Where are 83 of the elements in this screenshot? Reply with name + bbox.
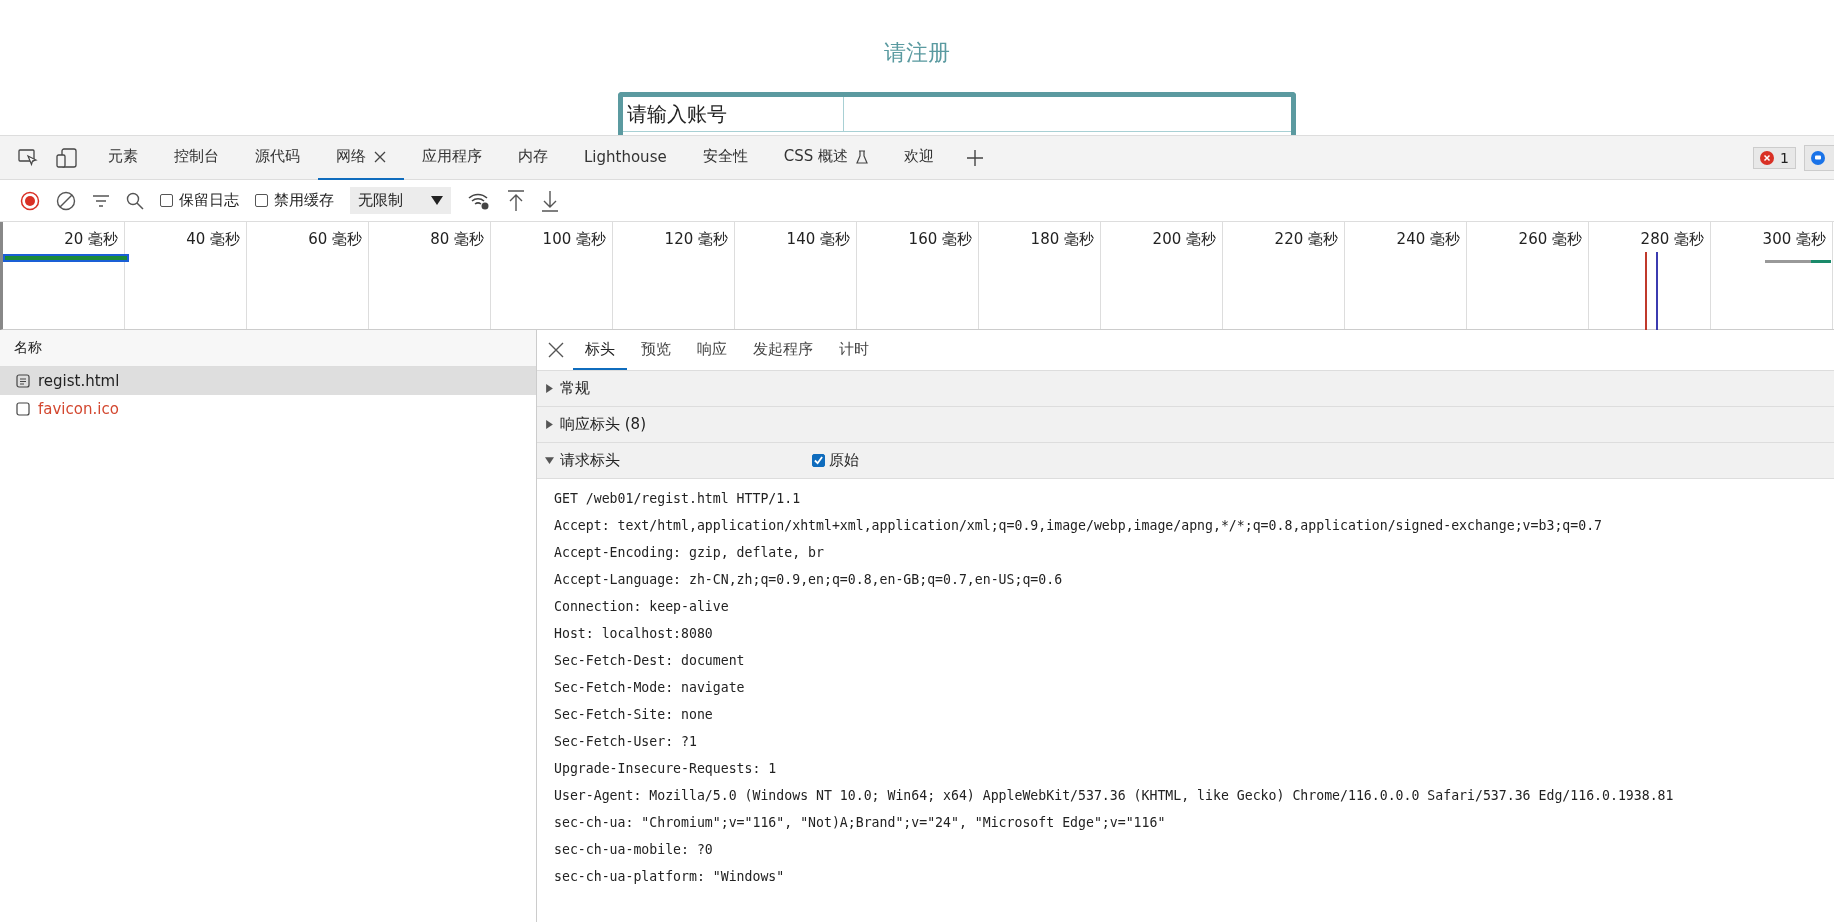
close-icon[interactable] (547, 341, 565, 359)
header-line: Accept: text/html,application/xhtml+xml,application/xml;q=0.9,image/webp,image/apng,*/*;q=0.8,application/signed-exchange;v=b3;q=0.7 (554, 517, 1604, 535)
request-row[interactable]: regist.html (0, 367, 536, 395)
detail-tab[interactable]: 发起程序 (741, 330, 825, 370)
header-line: Connection: keep-alive (554, 598, 730, 616)
header-line: Upgrade-Insecure-Requests: 1 (554, 760, 778, 778)
time-tick-label: 80 毫秒 (430, 230, 484, 249)
form-subtitle: 请注册 (884, 39, 950, 67)
message-badge[interactable] (1804, 144, 1834, 171)
devtools-tab[interactable]: 元素 (90, 135, 156, 180)
section-title: 响应标头 (8) (560, 415, 646, 434)
time-tick-label: 60 毫秒 (308, 230, 362, 249)
checkbox[interactable] (812, 454, 825, 467)
header-line: Accept-Language: zh-CN,zh;q=0.9,en;q=0.8,en-GB;q=0.7,en-US;q=0.6 (554, 571, 1064, 589)
time-tick-label: 260 毫秒 (1518, 230, 1582, 249)
devtools-tab[interactable]: 控制台 (156, 135, 237, 180)
time-tick-label: 100 毫秒 (542, 230, 606, 249)
time-tick-label: 180 毫秒 (1030, 230, 1094, 249)
devtools-tab[interactable]: 安全性 (684, 135, 766, 180)
section-title: 请求标头 (560, 451, 620, 470)
filter-icon[interactable] (92, 193, 110, 208)
document-icon (16, 374, 30, 388)
time-tick-label: 40 毫秒 (186, 230, 240, 249)
header-line: Sec-Fetch-Site: none (554, 706, 714, 724)
inspect-element-icon[interactable] (18, 148, 38, 167)
devtools-tab[interactable]: 内存 (500, 135, 566, 180)
time-tick-label: 220 毫秒 (1274, 230, 1338, 249)
time-tick-label: 120 毫秒 (664, 230, 728, 249)
record-icon[interactable] (20, 190, 40, 211)
section-title: 常规 (560, 379, 590, 398)
request-row[interactable]: favicon.ico (0, 395, 536, 423)
clear-icon[interactable] (56, 190, 76, 211)
header-line: Host: localhost:8080 (554, 625, 714, 643)
header-line: sec-ch-ua: "Chromium";v="116", "Not)A;Brand";v="24", "Microsoft Edge";v="116" (554, 814, 1167, 832)
throttle-dropdown[interactable]: 无限制 (350, 187, 451, 214)
waterfall-bar (1765, 260, 1831, 263)
header-line: Sec-Fetch-Mode: navigate (554, 679, 746, 697)
flask-icon (855, 149, 868, 164)
header-line: Sec-Fetch-User: ?1 (554, 733, 698, 751)
add-tab-icon[interactable] (965, 148, 984, 167)
caret-icon (431, 196, 443, 205)
checkbox[interactable] (160, 194, 173, 207)
header-line: sec-ch-ua-mobile: ?0 (554, 841, 714, 859)
expanded-triangle-icon[interactable] (545, 456, 554, 465)
collapsed-triangle-icon[interactable] (545, 384, 554, 393)
download-icon[interactable] (541, 189, 559, 212)
header-line: Accept-Encoding: gzip, deflate, br (554, 544, 825, 562)
header-line: Sec-Fetch-Dest: document (554, 652, 746, 670)
section-header[interactable]: 请求标头 原始 (537, 443, 1834, 479)
devtools-tab[interactable]: 源代码 (237, 135, 318, 180)
file-icon (16, 402, 30, 416)
checkbox-label: 保留日志 (179, 191, 239, 210)
devtools-tab[interactable]: 网络 (318, 135, 404, 180)
header-line: User-Agent: Mozilla/5.0 (Windows NT 10.0; Win64; x64) AppleWebKit/537.36 (KHTML, like Gecko) Chrome/116.0.0.0 Safari/537.36 Edg/116.0.1938.81 (554, 787, 1675, 805)
devtools-tab[interactable]: 应用程序 (404, 135, 500, 180)
time-tick-label: 20 毫秒 (64, 230, 118, 249)
close-icon[interactable] (374, 150, 386, 163)
devtools-tab[interactable]: 欢迎 (885, 135, 952, 180)
detail-tab[interactable]: 计时 (827, 330, 881, 370)
time-tick-label: 140 毫秒 (786, 230, 850, 249)
form-label: 请输入账号 (623, 97, 844, 131)
time-tick-label: 160 毫秒 (908, 230, 972, 249)
time-tick-label: 240 毫秒 (1396, 230, 1460, 249)
section-header[interactable]: 常规 (537, 371, 1834, 407)
search-icon[interactable] (126, 191, 144, 210)
checkbox[interactable] (255, 194, 268, 207)
header-line: GET /web01/regist.html HTTP/1.1 (554, 490, 802, 508)
time-tick-label: 200 毫秒 (1152, 230, 1216, 249)
devtools-tab[interactable]: CSS 概述 (765, 135, 886, 180)
error-count-badge[interactable]: 1 (1753, 146, 1796, 169)
upload-icon[interactable] (507, 189, 525, 212)
collapsed-triangle-icon[interactable] (545, 420, 554, 429)
checkbox-label: 禁用缓存 (274, 191, 334, 210)
header-line: sec-ch-ua-platform: "Windows" (554, 868, 786, 886)
checkbox-label: 原始 (829, 451, 859, 470)
time-tick-label: 280 毫秒 (1640, 230, 1704, 249)
devtools-tab[interactable]: Lighthouse (566, 135, 685, 180)
device-emulation-icon[interactable] (56, 147, 78, 168)
column-header[interactable]: 名称 (14, 339, 42, 357)
detail-tab[interactable]: 预览 (629, 330, 683, 370)
time-tick-label: 300 毫秒 (1762, 230, 1826, 249)
detail-tab[interactable]: 响应 (685, 330, 739, 370)
section-header[interactable]: 响应标头 (8) (537, 407, 1834, 443)
